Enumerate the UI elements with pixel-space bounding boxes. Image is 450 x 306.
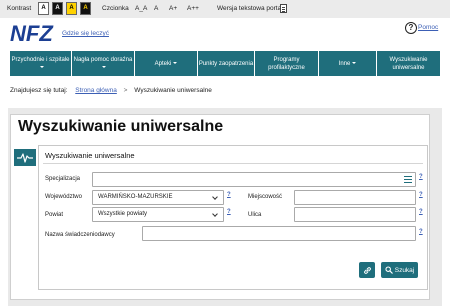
page-title: Wyszukiwanie uniwersalne [18, 118, 224, 135]
miejscowosc-info-icon[interactable]: ? [419, 192, 423, 198]
caret-down-icon [39, 65, 44, 68]
font-size-small-button[interactable]: A_A [135, 4, 147, 14]
specjalizacja-label: Specjalizacja [45, 176, 81, 182]
ulica-input[interactable] [294, 207, 416, 222]
specjalizacja-field[interactable] [92, 172, 416, 187]
search-button[interactable]: Szukaj [381, 262, 418, 278]
nfz-logo[interactable]: NFZ [10, 21, 60, 43]
breadcrumb: Znajdujesz się tutaj: Strona główna > Wy… [10, 87, 212, 94]
link-icon [363, 266, 371, 274]
panel-title: Wyszukiwanie uniwersalne [45, 151, 135, 160]
specjalizacja-info-icon[interactable]: ? [419, 174, 423, 180]
search-button-label: Szukaj [394, 266, 415, 274]
wojewodztwo-select[interactable]: WARMIŃSKO-MAZURSKIE [92, 190, 224, 205]
breadcrumb-home-link[interactable]: Strona główna [75, 87, 117, 94]
nav-programy-profilaktyczne[interactable]: Programy profilaktyczne [255, 51, 319, 76]
nav-apteki[interactable]: Apteki [135, 51, 198, 76]
accessibility-bar: Kontrast A A A A Czcionka A_A A A+ A++ W… [0, 0, 450, 18]
ulica-info-icon[interactable]: ? [419, 209, 423, 215]
miejscowosc-input[interactable] [294, 190, 416, 205]
text-version-link[interactable]: Wersja tekstowa portalu [217, 4, 286, 14]
contrast-default-button[interactable]: A [38, 2, 49, 15]
question-circle-icon[interactable]: ? [405, 22, 417, 34]
ulica-label: Ulica [248, 212, 262, 218]
font-label: Czcionka [102, 5, 129, 12]
nazwa-info-icon[interactable]: ? [419, 229, 423, 235]
contrast-black-yellow-button[interactable]: A [80, 2, 91, 15]
search-icon [385, 266, 393, 274]
breadcrumb-prefix: Znajdujesz się tutaj: [10, 87, 68, 94]
contrast-yellow-button[interactable]: A [66, 2, 77, 15]
pulse-icon [14, 149, 36, 166]
font-size-xlarge-button[interactable]: A++ [187, 4, 199, 14]
breadcrumb-separator: > [123, 87, 128, 94]
caret-down-icon [352, 61, 357, 64]
breadcrumb-current: Wyszukiwanie uniwersalne [134, 87, 212, 94]
nazwa-label: Nazwa świadczeniodawcy [45, 232, 115, 238]
chevron-down-icon [212, 194, 218, 200]
nav-punkty-zaopatrzenia[interactable]: Punkty zaopatrzenia [198, 51, 255, 76]
contrast-label: Kontrast [7, 5, 32, 12]
caret-down-icon [102, 65, 106, 68]
list-icon[interactable] [404, 176, 412, 183]
nav-inne[interactable]: Inne [319, 51, 377, 76]
font-size-default-button[interactable]: A [154, 4, 158, 14]
where-to-get-treated-link[interactable]: Gdzie się leczyć [62, 30, 109, 37]
nav-przychodnie[interactable]: Przychodnie i szpitale [10, 51, 72, 76]
link-button[interactable] [359, 262, 375, 278]
nfz-logo-text: NFZ [10, 21, 54, 43]
powiat-select[interactable]: Wszystkie powiaty [92, 207, 224, 222]
main-nav: Przychodnie i szpitale Nagła pomoc doraź… [10, 51, 440, 76]
wojewodztwo-info-icon[interactable]: ? [227, 192, 231, 198]
document-icon[interactable] [280, 4, 287, 13]
nazwa-input[interactable] [142, 226, 416, 241]
chevron-down-icon [212, 211, 218, 217]
caret-down-icon [173, 61, 178, 64]
wojewodztwo-label: Województwo [45, 194, 82, 200]
nav-wyszukiwanie-uniwersalne[interactable]: Wyszukiwanie uniwersalne [377, 51, 440, 76]
help-label[interactable]: Pomoc [418, 24, 438, 31]
miejscowosc-label: Miejscowość [248, 194, 283, 200]
panel-divider [43, 163, 423, 164]
contrast-dark-button[interactable]: A [52, 2, 63, 15]
font-size-large-button[interactable]: A+ [169, 4, 177, 14]
powiat-info-icon[interactable]: ? [227, 209, 231, 215]
powiat-label: Powiat [45, 212, 64, 218]
nav-nagla-pomoc[interactable]: Nagła pomoc doraźna [72, 51, 135, 76]
